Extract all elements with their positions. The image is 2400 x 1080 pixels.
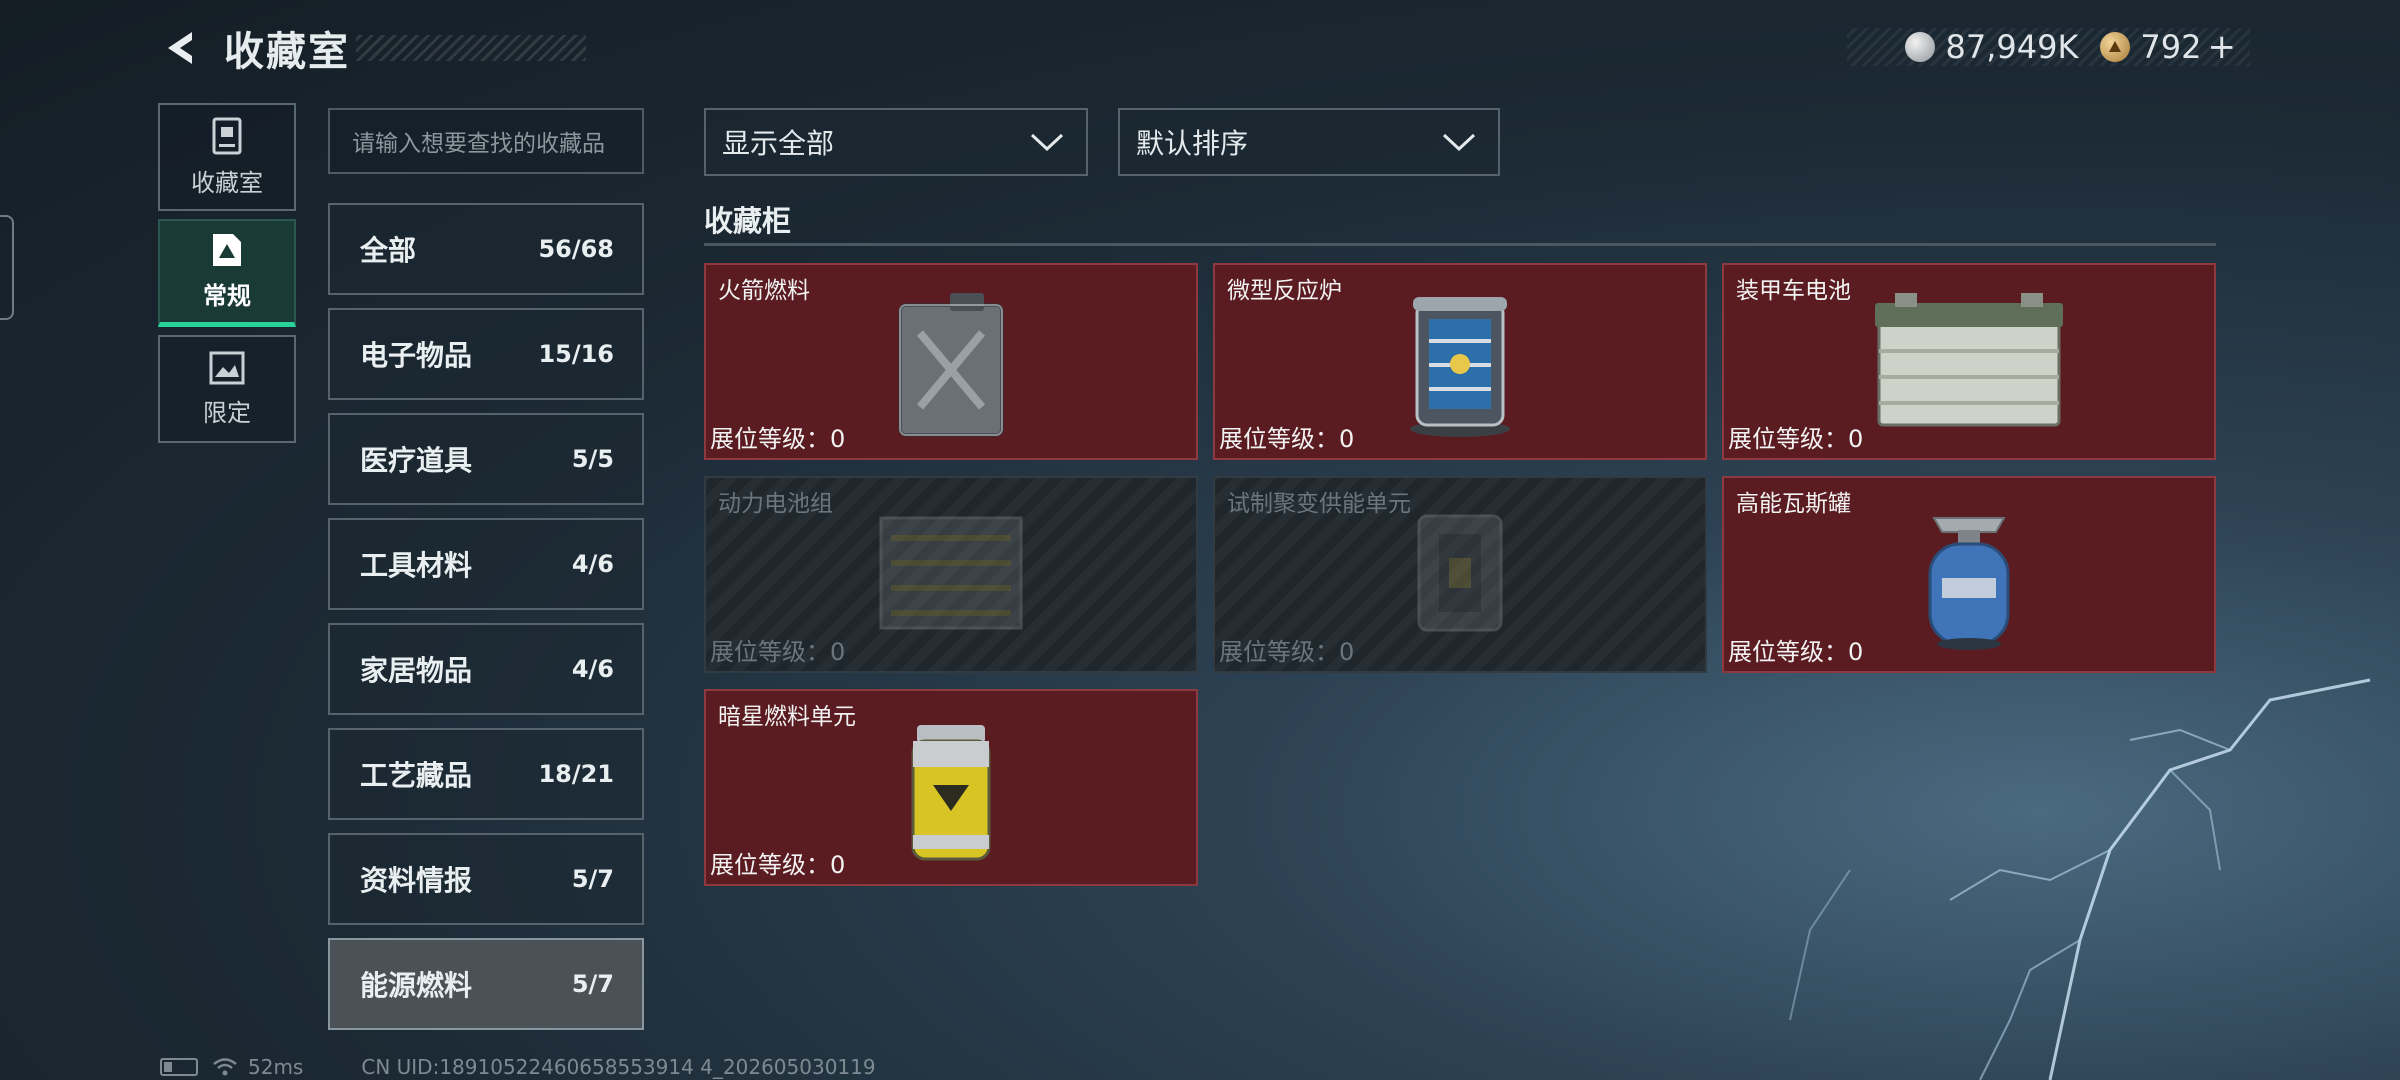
sort-value: 默认排序	[1136, 127, 1249, 160]
back-arrow-icon[interactable]	[160, 26, 204, 70]
chevron-down-icon	[1030, 133, 1064, 152]
battery-pack-icon	[879, 516, 1023, 630]
mode-item-regular[interactable]: 常规	[158, 219, 296, 327]
add-currency-button[interactable]: +	[2208, 27, 2237, 67]
category-list: 全部 56/68 电子物品 15/16 医疗道具 5/5 工具材料 4/6 家居物品 4/…	[328, 203, 644, 1043]
mode-item-limited[interactable]: 限定	[158, 335, 296, 443]
document-triangle-icon	[213, 234, 241, 266]
fuel-canister-icon	[898, 293, 1004, 437]
title-decoration	[356, 35, 586, 61]
battery-icon	[160, 1058, 198, 1076]
side-handle[interactable]	[0, 215, 14, 320]
sort-dropdown[interactable]: 默认排序	[1118, 108, 1500, 176]
display-filter-value: 显示全部	[722, 127, 835, 160]
page-title: 收藏室	[224, 29, 350, 75]
uid-text: CN UID:18910522460658553914 4_2026050301…	[361, 1055, 876, 1079]
category-item-intel[interactable]: 资料情报 5/7	[328, 833, 644, 925]
item-card-fusion-power-unit[interactable]: 试制聚变供能单元 展位等级：0	[1213, 476, 1707, 673]
gold-triangle-icon	[2100, 32, 2131, 62]
lightning-background	[1789, 678, 2371, 1080]
category-item-tools[interactable]: 工具材料 4/6	[328, 518, 644, 610]
trophy-cabinet-icon	[212, 117, 242, 154]
chevron-down-icon	[1442, 133, 1476, 152]
item-card-armored-vehicle-battery[interactable]: 装甲车电池 展位等级：0	[1722, 263, 2216, 460]
gas-tank-icon	[1928, 517, 2010, 650]
category-item-electronics[interactable]: 电子物品 15/16	[328, 308, 644, 400]
section-divider	[704, 243, 2216, 246]
mini-reactor-icon	[1410, 297, 1510, 437]
currency-bar: 87,949K 792 +	[1847, 27, 2250, 67]
fuel-cell-icon	[911, 725, 991, 861]
status-footer: 52ms CN UID:18910522460658553914 4_20260…	[160, 1055, 876, 1079]
category-item-all[interactable]: 全部 56/68	[328, 203, 644, 295]
mode-item-collection-room[interactable]: 收藏室	[158, 103, 296, 211]
ping-text: 52ms	[248, 1055, 304, 1079]
category-item-energy[interactable]: 能源燃料 5/7	[328, 938, 644, 1030]
category-item-crafts[interactable]: 工艺藏品 18/21	[328, 728, 644, 820]
item-card-rocket-fuel[interactable]: 火箭燃料 展位等级：0	[704, 263, 1198, 460]
mode-nav: 收藏室 常规 限定	[158, 103, 296, 451]
car-battery-icon	[1875, 293, 2063, 427]
silver-amount: 87,949K	[1945, 28, 2079, 66]
gold-amount: 792	[2140, 28, 2202, 66]
search-placeholder: 请输入想要查找的收藏品	[352, 131, 605, 157]
header: 收藏室	[160, 22, 586, 75]
limited-picture-icon	[209, 351, 245, 384]
item-card-mini-reactor[interactable]: 微型反应炉 展位等级：0	[1213, 263, 1707, 460]
section-title: 收藏柜	[704, 204, 792, 238]
category-item-household[interactable]: 家居物品 4/6	[328, 623, 644, 715]
item-card-dark-star-fuel-cell[interactable]: 暗星燃料单元 展位等级：0	[704, 689, 1198, 886]
fusion-unit-icon	[1417, 514, 1503, 632]
search-input[interactable]: 请输入想要查找的收藏品	[328, 108, 644, 174]
item-card-power-battery-pack[interactable]: 动力电池组 展位等级：0	[704, 476, 1198, 673]
wifi-icon	[213, 1058, 237, 1076]
display-filter-dropdown[interactable]: 显示全部	[704, 108, 1088, 176]
silver-coin-icon	[1905, 32, 1936, 62]
category-item-medical[interactable]: 医疗道具 5/5	[328, 413, 644, 505]
item-card-high-energy-gas-tank[interactable]: 高能瓦斯罐 展位等级：0	[1722, 476, 2216, 673]
